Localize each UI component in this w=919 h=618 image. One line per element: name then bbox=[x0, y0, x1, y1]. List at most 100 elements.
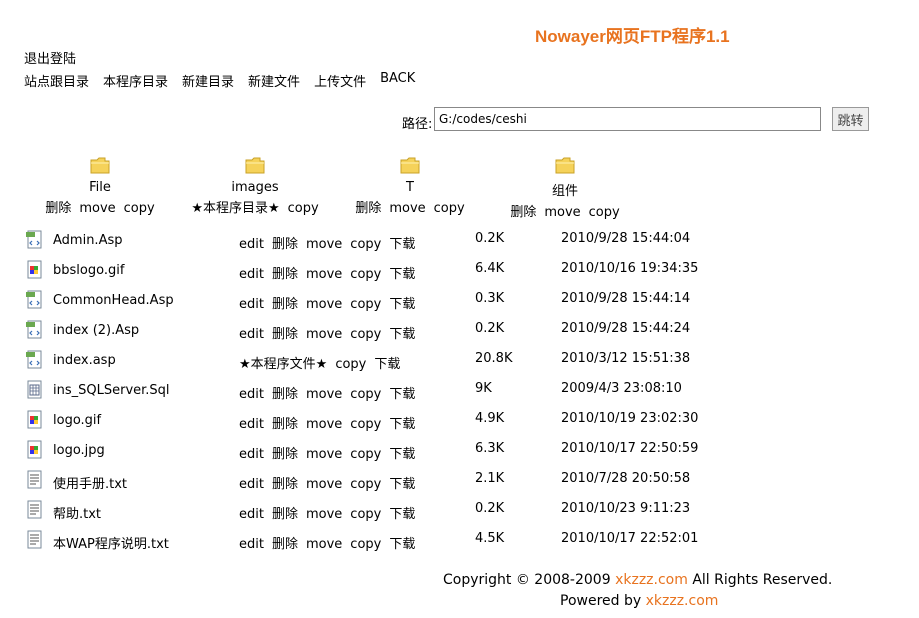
file-action-copy[interactable]: copy bbox=[350, 447, 381, 462]
nav-program-dir[interactable]: 本程序目录 bbox=[103, 71, 168, 90]
file-action-delete[interactable]: 删除 bbox=[272, 297, 298, 312]
file-date: 2009/4/3 23:08:10 bbox=[561, 381, 682, 396]
nav-new-file[interactable]: 新建文件 bbox=[248, 71, 300, 90]
powered-link[interactable]: xkzzz.com bbox=[646, 593, 719, 609]
folder-copy-link[interactable]: copy bbox=[589, 205, 620, 220]
file-action-move[interactable]: move bbox=[306, 507, 342, 522]
folder-name[interactable]: 组件 bbox=[485, 180, 645, 199]
file-action-download[interactable]: 下载 bbox=[389, 477, 415, 492]
file-action-download[interactable]: 下载 bbox=[389, 537, 415, 552]
folder-item[interactable]: 组件 删除 move copy bbox=[485, 156, 645, 220]
file-action-move[interactable]: move bbox=[306, 447, 342, 462]
file-action-copy[interactable]: copy bbox=[350, 537, 381, 552]
file-size: 20.8K bbox=[475, 351, 513, 366]
file-action-edit[interactable]: edit bbox=[239, 417, 264, 432]
nav-site-root[interactable]: 站点跟目录 bbox=[24, 71, 89, 90]
file-date: 2010/10/17 22:50:59 bbox=[561, 441, 699, 456]
folder-icon bbox=[400, 157, 420, 174]
file-name[interactable]: CommonHead.Asp bbox=[53, 293, 174, 308]
logout-link[interactable]: 退出登陆 bbox=[24, 48, 76, 67]
file-action-delete[interactable]: 删除 bbox=[272, 327, 298, 342]
file-action-edit[interactable]: edit bbox=[239, 477, 264, 492]
file-action-delete[interactable]: 删除 bbox=[272, 507, 298, 522]
folder-copy-link[interactable]: copy bbox=[434, 201, 465, 216]
file-action-download[interactable]: 下载 bbox=[389, 417, 415, 432]
file-action-copy[interactable]: copy bbox=[350, 267, 381, 282]
nav-back[interactable]: BACK bbox=[380, 71, 415, 90]
file-action-edit[interactable]: edit bbox=[239, 387, 264, 402]
folder-move-link[interactable]: move bbox=[544, 205, 580, 220]
file-action-move[interactable]: move bbox=[306, 267, 342, 282]
file-action-move[interactable]: move bbox=[306, 477, 342, 492]
file-action-move[interactable]: move bbox=[306, 237, 342, 252]
file-action-edit[interactable]: edit bbox=[239, 237, 264, 252]
go-button[interactable]: 跳转 bbox=[832, 107, 869, 131]
file-name[interactable]: logo.jpg bbox=[53, 443, 105, 458]
file-action-delete[interactable]: 删除 bbox=[272, 237, 298, 252]
file-action-edit[interactable]: edit bbox=[239, 267, 264, 282]
path-input[interactable] bbox=[434, 107, 821, 131]
file-action-delete[interactable]: 删除 bbox=[272, 387, 298, 402]
file-action-move[interactable]: move bbox=[306, 327, 342, 342]
folder-name[interactable]: images bbox=[175, 180, 335, 195]
file-action-copy[interactable]: copy bbox=[350, 477, 381, 492]
file-action-edit[interactable]: edit bbox=[239, 507, 264, 522]
copyright-link[interactable]: xkzzz.com bbox=[615, 572, 688, 588]
folder-copy-link[interactable]: copy bbox=[288, 201, 319, 216]
powered-prefix: Powered by bbox=[560, 593, 642, 609]
nav-upload-file[interactable]: 上传文件 bbox=[314, 71, 366, 90]
folder-item[interactable]: T 删除 move copy bbox=[330, 156, 490, 216]
file-action-edit[interactable]: edit bbox=[239, 447, 264, 462]
file-actions: ★本程序文件★ copy 下载 bbox=[239, 353, 408, 372]
file-action-move[interactable]: move bbox=[306, 297, 342, 312]
file-action-move[interactable]: move bbox=[306, 537, 342, 552]
file-name[interactable]: ins_SQLServer.Sql bbox=[53, 383, 170, 398]
file-action-copy[interactable]: copy bbox=[350, 297, 381, 312]
file-action-delete[interactable]: 删除 bbox=[272, 537, 298, 552]
file-action-delete[interactable]: 删除 bbox=[272, 417, 298, 432]
file-name[interactable]: index.asp bbox=[53, 353, 116, 368]
file-action-copy[interactable]: copy bbox=[335, 357, 366, 372]
folder-delete-link[interactable]: 删除 bbox=[45, 201, 71, 216]
folder-name[interactable]: T bbox=[330, 180, 490, 195]
file-action-download[interactable]: 下载 bbox=[389, 237, 415, 252]
file-action-copy[interactable]: copy bbox=[350, 507, 381, 522]
folder-program-dir-label: ★本程序目录★ bbox=[191, 201, 280, 216]
file-action-delete[interactable]: 删除 bbox=[272, 477, 298, 492]
folder-item[interactable]: File 删除 move copy bbox=[20, 156, 180, 216]
file-name[interactable]: bbslogo.gif bbox=[53, 263, 124, 278]
file-action-move[interactable]: move bbox=[306, 417, 342, 432]
file-action-download[interactable]: 下载 bbox=[389, 447, 415, 462]
file-action-edit[interactable]: edit bbox=[239, 297, 264, 312]
folder-name[interactable]: File bbox=[20, 180, 180, 195]
folder-delete-link[interactable]: 删除 bbox=[355, 201, 381, 216]
folder-item[interactable]: images ★本程序目录★ copy bbox=[175, 156, 335, 216]
file-action-download[interactable]: 下载 bbox=[374, 357, 400, 372]
file-action-edit[interactable]: edit bbox=[239, 537, 264, 552]
file-action-move[interactable]: move bbox=[306, 387, 342, 402]
file-action-copy[interactable]: copy bbox=[350, 417, 381, 432]
file-action-delete[interactable]: 删除 bbox=[272, 267, 298, 282]
file-name[interactable]: index (2).Asp bbox=[53, 323, 139, 338]
file-name[interactable]: 帮助.txt bbox=[53, 503, 101, 522]
file-action-copy[interactable]: copy bbox=[350, 237, 381, 252]
file-name[interactable]: 本WAP程序说明.txt bbox=[53, 533, 169, 552]
folder-delete-link[interactable]: 删除 bbox=[510, 205, 536, 220]
nav-new-folder[interactable]: 新建目录 bbox=[182, 71, 234, 90]
file-name[interactable]: 使用手册.txt bbox=[53, 473, 127, 492]
file-action-download[interactable]: 下载 bbox=[389, 387, 415, 402]
file-action-copy[interactable]: copy bbox=[350, 327, 381, 342]
file-action-delete[interactable]: 删除 bbox=[272, 447, 298, 462]
file-action-download[interactable]: 下载 bbox=[389, 267, 415, 282]
file-name[interactable]: logo.gif bbox=[53, 413, 101, 428]
file-action-copy[interactable]: copy bbox=[350, 387, 381, 402]
file-program-label: ★本程序文件★ bbox=[239, 357, 328, 372]
file-action-download[interactable]: 下载 bbox=[389, 327, 415, 342]
file-action-edit[interactable]: edit bbox=[239, 327, 264, 342]
folder-move-link[interactable]: move bbox=[389, 201, 425, 216]
folder-copy-link[interactable]: copy bbox=[124, 201, 155, 216]
file-name[interactable]: Admin.Asp bbox=[53, 233, 122, 248]
folder-move-link[interactable]: move bbox=[79, 201, 115, 216]
file-action-download[interactable]: 下载 bbox=[389, 507, 415, 522]
file-action-download[interactable]: 下载 bbox=[389, 297, 415, 312]
